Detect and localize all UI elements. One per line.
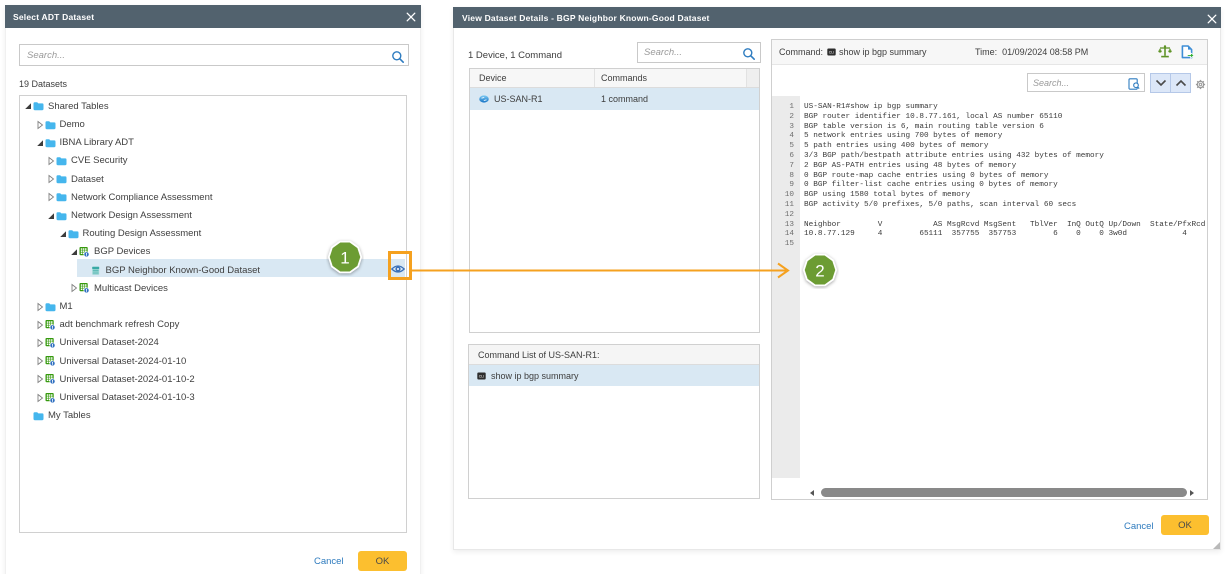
svg-text:1: 1 xyxy=(340,249,349,268)
svg-text:2: 2 xyxy=(815,262,824,281)
svg-text:CLI: CLI xyxy=(479,374,485,378)
svg-text:CLI: CLI xyxy=(829,51,835,55)
